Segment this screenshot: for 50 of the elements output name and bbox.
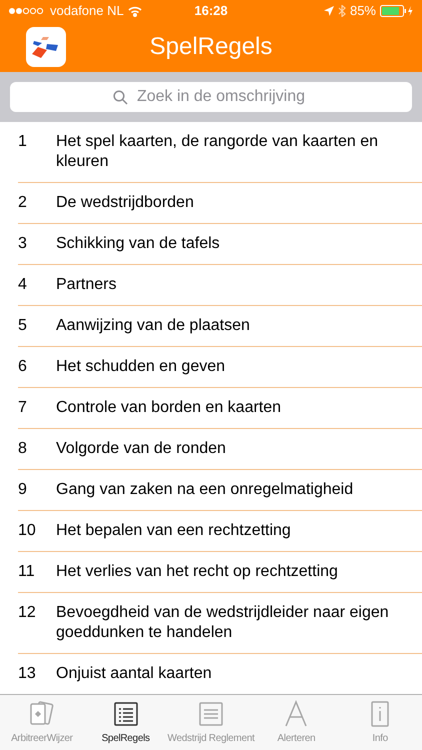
rule-title: Volgorde van de ronden (56, 439, 226, 459)
rule-number: 5 (18, 316, 28, 336)
rule-row[interactable]: 12 Bevoegdheid van de wedstrijdleider naar eigen goeddunken te handelen (18, 593, 422, 654)
rule-number: 11 (18, 562, 36, 582)
rule-title: Het schudden en geven (56, 357, 226, 377)
rule-row[interactable]: 3 Schikking van de tafels (18, 224, 422, 265)
rule-number: 10 (18, 521, 37, 541)
rule-title: Gang van zaken na een onregelmatigheid (56, 480, 354, 500)
battery-percentage: 85% (350, 2, 376, 20)
rule-row[interactable]: 10 Het bepalen van een rechtzetting (18, 511, 422, 552)
rule-title: De wedstrijdborden (56, 193, 194, 213)
search-field[interactable]: Zoek in de omschrijving (10, 82, 412, 112)
rule-title: Onjuist aantal kaarten (56, 664, 212, 684)
rule-title: Het bepalen van een rechtzetting (56, 521, 291, 541)
rule-row[interactable]: 7 Controle van borden en kaarten (18, 388, 422, 429)
rule-row[interactable]: 4 Partners (18, 265, 422, 306)
rule-row[interactable]: 8 Volgorde van de ronden (18, 429, 422, 470)
rule-number: 4 (18, 275, 28, 295)
rule-number: 2 (18, 193, 28, 213)
rule-number: 9 (18, 480, 28, 500)
rule-row[interactable]: 9 Gang van zaken na een onregelmatigheid (18, 470, 422, 511)
bluetooth-icon (338, 5, 346, 17)
screen-title: SpelRegels (150, 32, 272, 62)
rule-title: Schikking van de tafels (56, 234, 220, 254)
rule-number: 8 (18, 439, 28, 459)
tab-bar-item[interactable]: SpelRegels (84, 695, 168, 750)
carrier-name: vodafone NL (50, 2, 124, 20)
wifi-icon (128, 6, 142, 16)
signal-dots-icon (8, 7, 46, 15)
location-arrow-icon (324, 6, 334, 16)
rule-number: 13 (18, 664, 37, 684)
rule-row[interactable]: 2 De wedstrijdborden (18, 183, 422, 224)
rule-title: Bevoegdheid van de wedstrijdleider naar eigen goeddunken te handelen (56, 603, 390, 643)
rule-title: Het spel kaarten, de rangorde van kaarten en kleuren (56, 132, 379, 172)
rule-row[interactable]: 1 Het spel kaarten, de rangorde van kaarten en kleuren (18, 122, 422, 183)
rule-title: Het verlies van het recht op rechtzetting (56, 562, 338, 582)
rule-row[interactable]: 6 Het schudden en geven (18, 347, 422, 388)
rule-number: 1 (18, 132, 28, 152)
search-icon (113, 90, 128, 105)
rule-title: Aanwijzing van de plaatsen (56, 316, 250, 336)
rule-title: Partners (56, 275, 116, 295)
rule-row[interactable]: 5 Aanwijzing van de plaatsen (18, 306, 422, 347)
rule-number: 6 (18, 357, 28, 377)
rule-row[interactable]: 11 Het verlies van het recht op rechtzetting (18, 552, 422, 593)
clock-time: 16:28 (194, 2, 228, 20)
rule-number: 3 (18, 234, 28, 254)
rule-number: 7 (18, 398, 28, 418)
rule-title: Controle van borden en kaarten (56, 398, 282, 418)
battery-charging-icon (380, 5, 414, 17)
rule-number: 12 (18, 603, 37, 623)
